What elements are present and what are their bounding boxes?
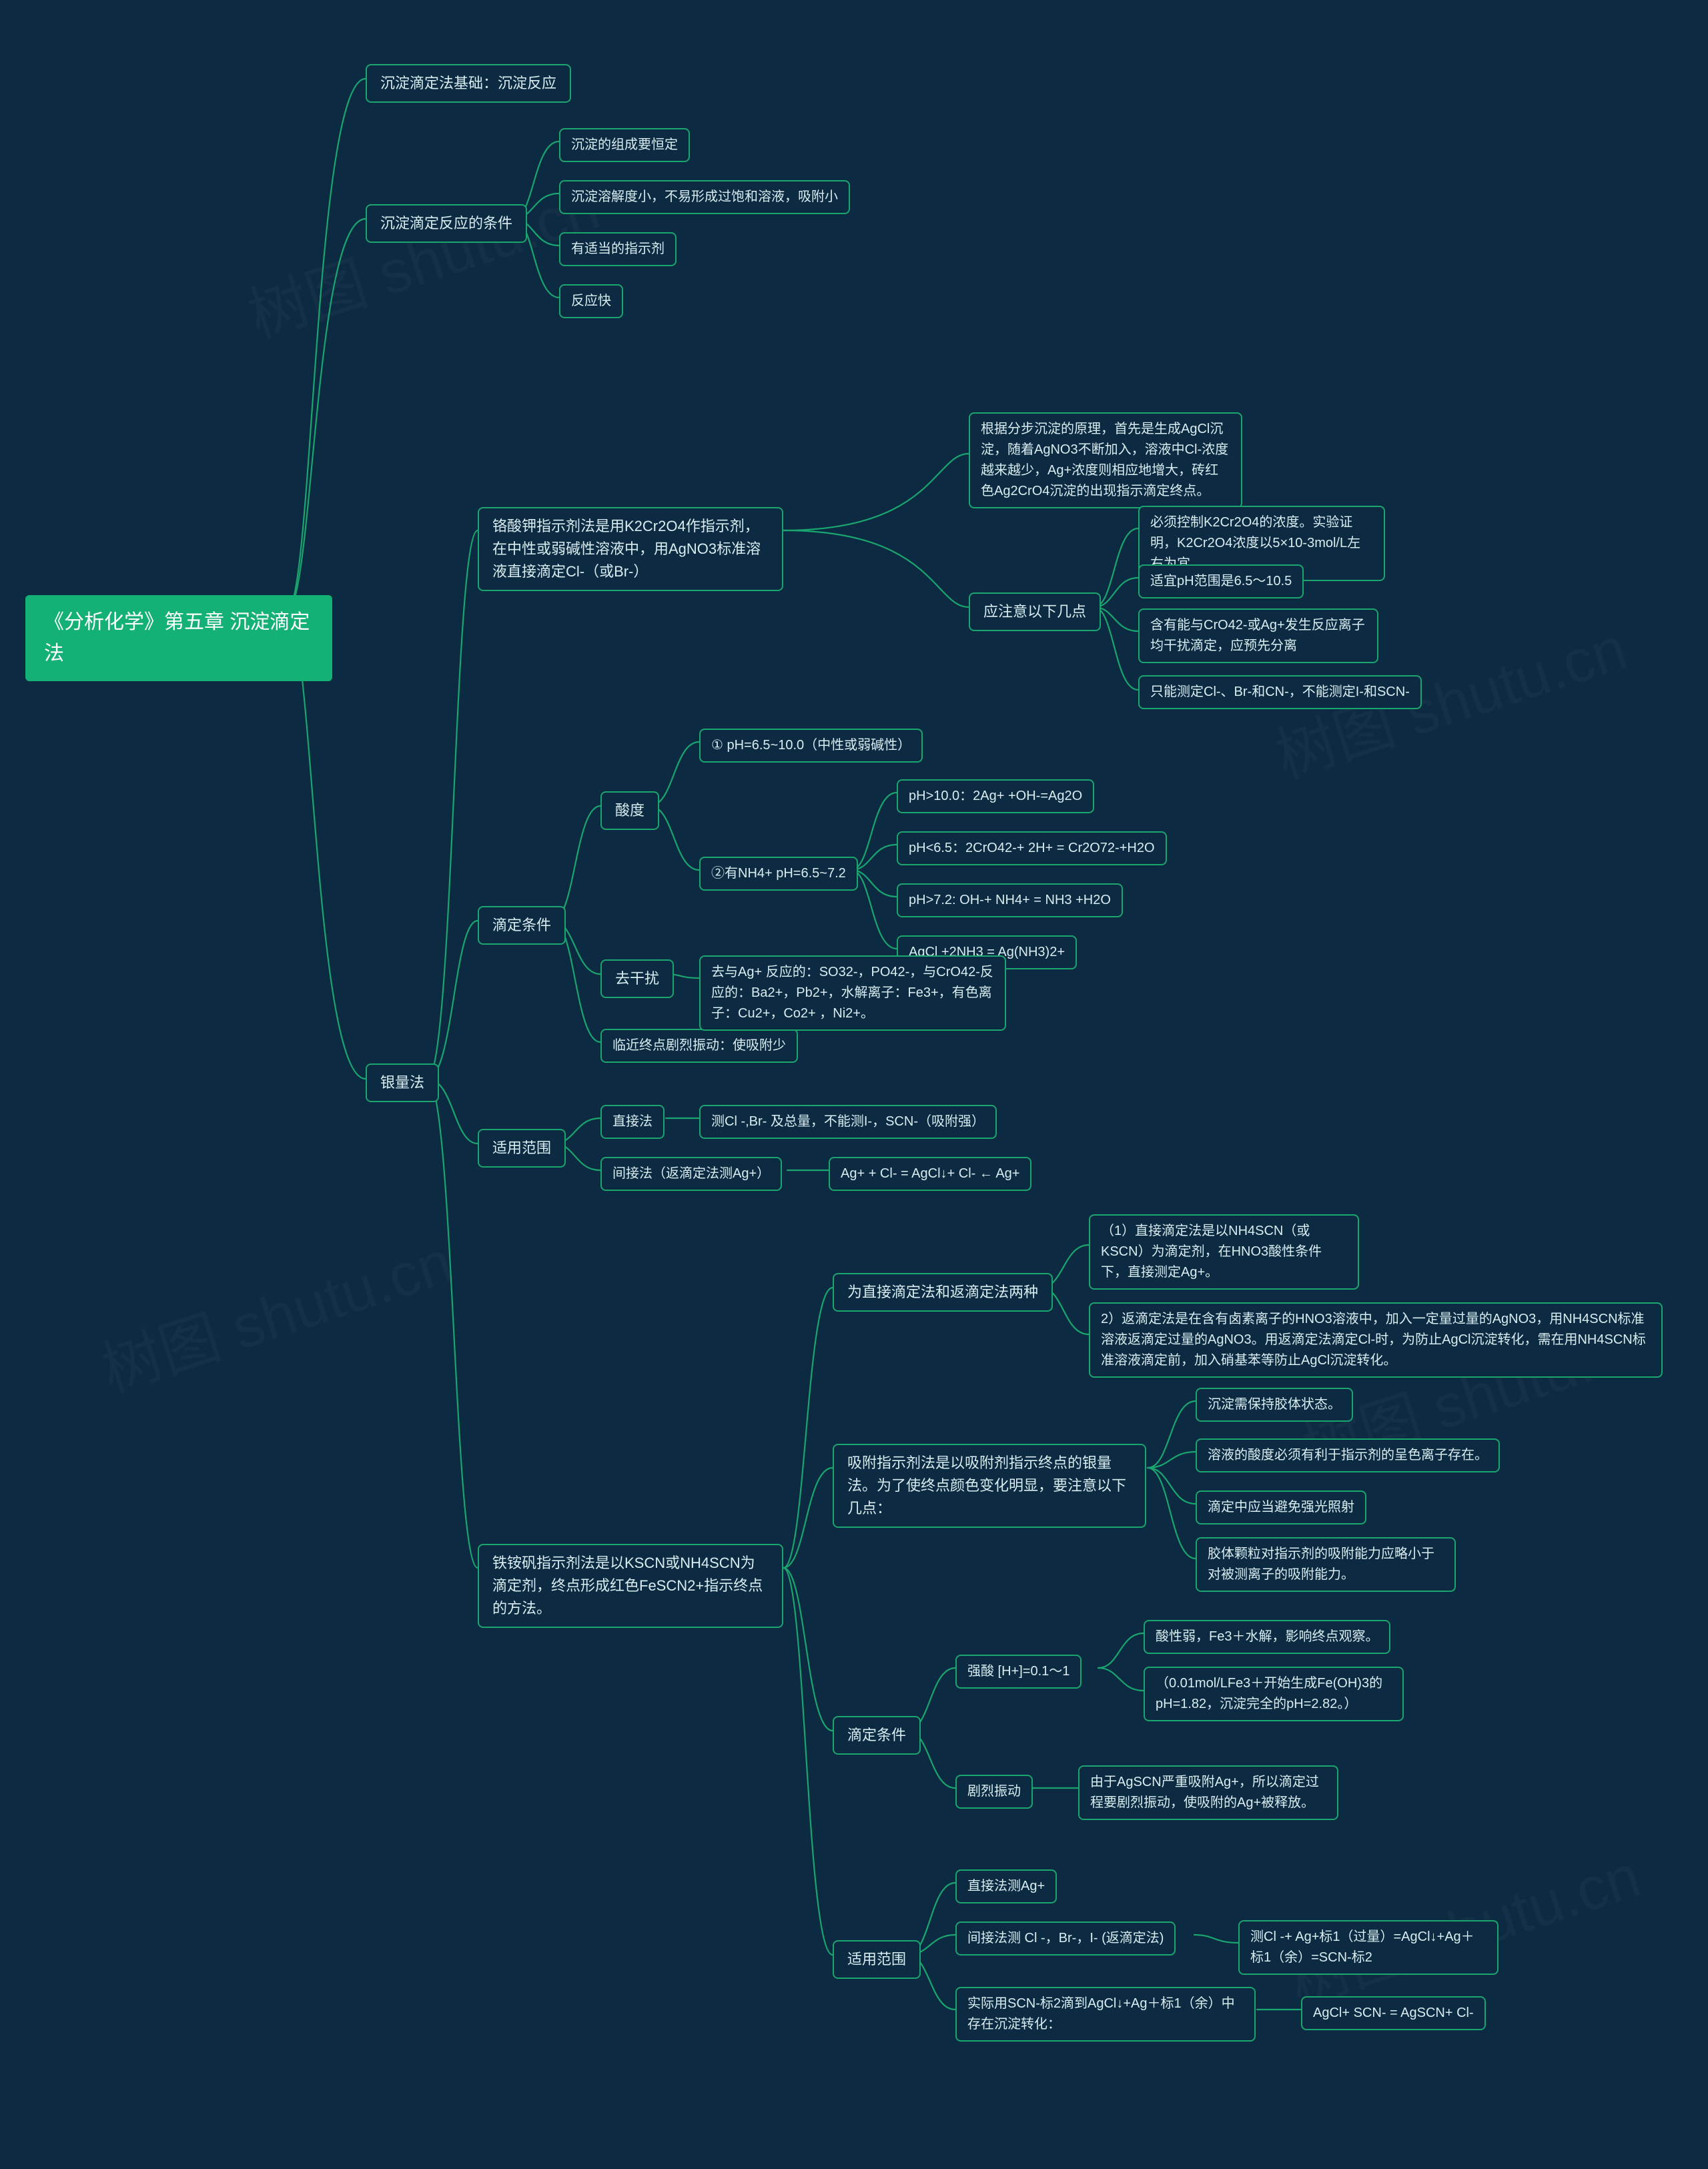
node-basis[interactable]: 沉淀滴定法基础：沉淀反应	[366, 64, 571, 103]
node-chromate-notes[interactable]: 应注意以下几点	[969, 592, 1101, 631]
node-shake[interactable]: 临近终点剧烈振动：使吸附少	[600, 1029, 798, 1063]
edges	[0, 0, 1708, 2169]
node-chromate-note-3[interactable]: 含有能与CrO42-或Ag+发生反应离子均干扰滴定，应预先分离	[1138, 608, 1378, 663]
node-chromate-note-4[interactable]: 只能测定Cl-、Br-和CN-，不能测定I-和SCN-	[1138, 675, 1422, 709]
node-ph-2c[interactable]: pH>7.2: OH-+ NH4+ = NH3 +H2O	[897, 883, 1123, 917]
node-iron-cond[interactable]: 滴定条件	[833, 1716, 921, 1755]
node-cond-b[interactable]: 沉淀溶解度小，不易形成过饱和溶液，吸附小	[559, 180, 850, 214]
node-iron-scope-3a[interactable]: AgCl+ SCN- = AgSCN+ Cl-	[1301, 1996, 1486, 2030]
node-iron-adsorb-2[interactable]: 溶液的酸度必须有利于指示剂的呈色离子存在。	[1196, 1438, 1500, 1472]
node-chromate[interactable]: 铬酸钾指示剂法是用K2Cr2O4作指示剂，在中性或弱碱性溶液中，用AgNO3标准…	[478, 507, 783, 591]
node-iron-scope-2a[interactable]: 测Cl -+ Ag+标1（过量）=AgCl↓+Ag＋标1（余）=SCN-标2	[1238, 1920, 1499, 1975]
node-cond-d[interactable]: 反应快	[559, 284, 623, 318]
node-interference[interactable]: 去干扰	[600, 959, 674, 998]
node-cond-a[interactable]: 沉淀的组成要恒定	[559, 128, 690, 162]
node-iron-adsorb[interactable]: 吸附指示剂法是以吸附剂指示终点的银量法。为了使终点颜色变化明显，要注意以下几点：	[833, 1444, 1146, 1528]
node-iron-acid-b[interactable]: （0.01mol/LFe3＋开始生成Fe(OH)3的pH=1.82，沉淀完全的p…	[1144, 1667, 1404, 1721]
node-chromate-principle[interactable]: 根据分步沉淀的原理，首先是生成AgCl沉淀，随着AgNO3不断加入，溶液中Cl-…	[969, 412, 1242, 508]
watermark: 树图 shutu.cn	[89, 1214, 462, 1408]
root-node[interactable]: 《分析化学》第五章 沉淀滴定法	[25, 595, 332, 681]
node-scope-indirect-v[interactable]: Ag+ + Cl- = AgCl↓+ Cl- ← Ag+	[829, 1157, 1031, 1191]
node-iron-adsorb-1[interactable]: 沉淀需保持胶体状态。	[1196, 1388, 1353, 1422]
node-ph-1[interactable]: ① pH=6.5~10.0（中性或弱碱性）	[699, 729, 923, 763]
node-iron-shake[interactable]: 剧烈振动	[955, 1775, 1033, 1809]
node-iron-direct[interactable]: （1）直接滴定法是以NH4SCN（或KSCN）为滴定剂，在HNO3酸性条件下，直…	[1089, 1214, 1359, 1290]
node-silver-method[interactable]: 银量法	[366, 1063, 439, 1102]
node-interference-detail[interactable]: 去与Ag+ 反应的：SO32-，PO42-，与CrO42-反应的：Ba2+，Pb…	[699, 955, 1006, 1031]
node-iron-back[interactable]: 2）返滴定法是在含有卤素离子的HNO3溶液中，加入一定量过量的AgNO3，用NH…	[1089, 1302, 1663, 1378]
node-acidity[interactable]: 酸度	[600, 791, 659, 830]
node-iron-adsorb-4[interactable]: 胶体颗粒对指示剂的吸附能力应略小于对被测离子的吸附能力。	[1196, 1537, 1456, 1592]
node-ph-2[interactable]: ②有NH4+ pH=6.5~7.2	[699, 857, 858, 891]
node-iron-scope[interactable]: 适用范围	[833, 1940, 921, 1979]
node-scope[interactable]: 适用范围	[478, 1129, 566, 1168]
node-iron-scope-1[interactable]: 直接法测Ag+	[955, 1869, 1057, 1903]
node-scope-direct[interactable]: 直接法	[600, 1105, 665, 1139]
node-scope-direct-v[interactable]: 测Cl -,Br- 及总量，不能测I-，SCN-（吸附强）	[699, 1105, 997, 1139]
node-iron-adsorb-3[interactable]: 滴定中应当避免强光照射	[1196, 1490, 1366, 1525]
node-scope-indirect[interactable]: 间接法（返滴定法测Ag+）	[600, 1157, 782, 1191]
node-iron-acid-a[interactable]: 酸性弱，Fe3＋水解，影响终点观察。	[1144, 1620, 1390, 1654]
node-iron-acid[interactable]: 强酸 [H+]=0.1～1	[955, 1655, 1082, 1689]
node-ph-2b[interactable]: pH<6.5：2CrO42-+ 2H+ = Cr2O72-+H2O	[897, 831, 1167, 865]
node-conditions[interactable]: 沉淀滴定反应的条件	[366, 204, 527, 243]
node-chromate-note-2[interactable]: 适宜pH范围是6.5～10.5	[1138, 564, 1304, 598]
node-cond-c[interactable]: 有适当的指示剂	[559, 232, 677, 266]
node-iron-scope-2[interactable]: 间接法测 Cl -，Br-，I- (返滴定法)	[955, 1921, 1176, 1956]
watermark: 树图 shutu.cn	[236, 159, 608, 354]
node-titration-cond[interactable]: 滴定条件	[478, 906, 566, 945]
node-iron-scope-3[interactable]: 实际用SCN-标2滴到AgCl↓+Ag＋标1（余）中存在沉淀转化：	[955, 1987, 1256, 2042]
node-ph-2a[interactable]: pH>10.0：2Ag+ +OH-=Ag2O	[897, 779, 1094, 813]
mindmap-canvas: 树图 shutu.cn 树图 shutu.cn 树图 shutu.cn 树图 s…	[0, 0, 1708, 2169]
node-iron-shake-a[interactable]: 由于AgSCN严重吸附Ag+，所以滴定过程要剧烈振动，使吸附的Ag+被释放。	[1078, 1765, 1338, 1820]
node-iron-methods[interactable]: 为直接滴定法和返滴定法两种	[833, 1273, 1053, 1312]
node-ferric-alum[interactable]: 铁铵矾指示剂法是以KSCN或NH4SCN为滴定剂，终点形成红色FeSCN2+指示…	[478, 1544, 783, 1628]
